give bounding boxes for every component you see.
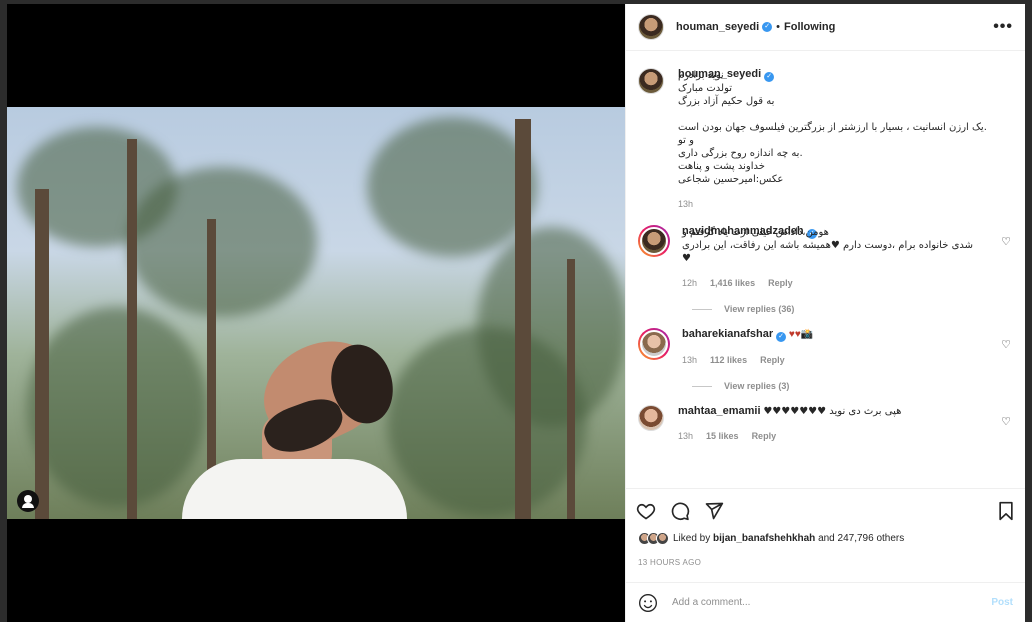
caption-text: نوید برادرم تولدت مبارک به قول حکیم آزاد…: [678, 70, 987, 185]
reply-button[interactable]: Reply: [760, 354, 785, 367]
comment-time: 13h: [682, 355, 698, 365]
story-ring[interactable]: [638, 225, 670, 257]
comment-input[interactable]: Add a comment...: [672, 597, 991, 608]
reply-button[interactable]: Reply: [752, 430, 777, 443]
person-figure: [182, 323, 412, 519]
following-button[interactable]: Following: [784, 21, 835, 33]
comment-likes[interactable]: 112 likes: [710, 354, 747, 367]
verified-badge-icon: ✓: [776, 332, 787, 342]
post-dialog: houman_seyedi ✓ • Following ••• houman_s…: [7, 4, 1025, 622]
view-replies-label: View replies (36): [724, 304, 795, 314]
post-panel: houman_seyedi ✓ • Following ••• houman_s…: [625, 4, 1025, 622]
comment-time: 13h: [678, 431, 694, 441]
avatar: [656, 532, 669, 545]
comment-likes[interactable]: 15 likes: [706, 430, 739, 443]
caption: houman_seyedi ✓ نوید برادرم تولدت مبارک ب…: [638, 68, 1013, 211]
avatar: [640, 227, 668, 255]
liked-by-user[interactable]: bijan_banafshehkhah: [713, 533, 815, 544]
bookmark-icon[interactable]: [997, 501, 1015, 521]
comment-text: ♥♥📸: [788, 329, 814, 340]
comment-text: هپی برث دی نوید ♥♥♥♥♥♥♥: [763, 406, 902, 417]
verified-badge-icon: ✓: [764, 72, 775, 82]
comment-username[interactable]: baharekianafshar: [682, 328, 773, 340]
avatar[interactable]: [638, 68, 664, 94]
view-replies-label: View replies (3): [724, 381, 790, 391]
reply-button[interactable]: Reply: [768, 277, 793, 290]
like-comment-icon[interactable]: ♡: [1001, 415, 1011, 428]
avatar[interactable]: [638, 405, 664, 431]
post-header: houman_seyedi ✓ • Following •••: [626, 4, 1025, 51]
caption-time: 13h: [678, 199, 694, 209]
action-bar: [626, 494, 1025, 528]
post-button[interactable]: Post: [991, 597, 1013, 608]
view-replies-button[interactable]: View replies (3): [692, 381, 1013, 391]
likes-summary: Liked by bijan_banafshehkhah and 247,796…: [638, 532, 904, 545]
post-media: [7, 4, 625, 622]
liked-by-others[interactable]: and 247,796 others: [818, 533, 904, 544]
verified-badge-icon: ✓: [762, 22, 773, 32]
add-comment-bar: Add a comment... Post: [626, 582, 1025, 622]
like-comment-icon[interactable]: ♡: [1001, 338, 1011, 351]
comment-item: navidmohammadzadeh ✓ هومن،داداش خیلی ازت …: [638, 225, 1013, 290]
post-timestamp[interactable]: 13 HOURS AGO: [638, 558, 701, 567]
avatar: [640, 330, 668, 358]
share-icon[interactable]: [704, 501, 724, 521]
comments-list[interactable]: houman_seyedi ✓ نوید برادرم تولدت مبارک ب…: [626, 52, 1025, 488]
separator-dot: •: [776, 21, 780, 33]
emoji-icon[interactable]: [638, 593, 658, 613]
story-ring[interactable]: [638, 328, 670, 360]
comment-time: 12h: [682, 278, 698, 288]
comment-item: baharekianafshar ✓ ♥♥📸 13h 112 likes Repl…: [638, 328, 1013, 367]
user-tag-icon[interactable]: [17, 490, 39, 512]
comment-text: هومن،داداش خیلی ازت یاد گرفتم و شدی خانو…: [682, 227, 974, 264]
avatar[interactable]: [638, 14, 664, 40]
view-replies-button[interactable]: View replies (36): [692, 304, 1013, 314]
comment-username[interactable]: mahtaa_emamii: [678, 405, 761, 417]
post-photo[interactable]: [7, 107, 625, 519]
more-options-icon[interactable]: •••: [993, 18, 1013, 36]
header-username[interactable]: houman_seyedi: [676, 21, 759, 33]
comment-icon[interactable]: [670, 501, 690, 521]
like-icon[interactable]: [636, 501, 656, 521]
comment-item: mahtaa_emamii هپی برث دی نوید ♥♥♥♥♥♥♥ 13…: [638, 405, 1013, 443]
like-comment-icon[interactable]: ♡: [1001, 235, 1011, 248]
comment-likes[interactable]: 1,416 likes: [710, 277, 755, 290]
liked-by-label: Liked by: [673, 533, 711, 544]
